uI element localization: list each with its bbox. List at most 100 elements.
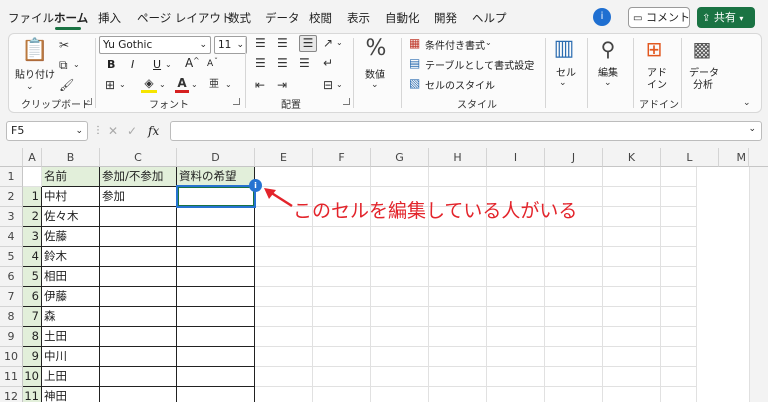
empty-cell[interactable] bbox=[255, 387, 313, 402]
cell-d9[interactable] bbox=[177, 327, 255, 347]
column-header-f[interactable]: F bbox=[313, 148, 371, 167]
empty-cell[interactable] bbox=[429, 327, 487, 347]
cancel-icon[interactable]: ✕ bbox=[108, 124, 118, 138]
empty-cell[interactable] bbox=[255, 347, 313, 367]
empty-cell[interactable] bbox=[603, 247, 661, 267]
vertical-scrollbar[interactable] bbox=[749, 167, 768, 402]
empty-cell[interactable] bbox=[255, 267, 313, 287]
row-header-3[interactable]: 3 bbox=[0, 207, 23, 227]
cell-b9[interactable]: 土田 bbox=[42, 327, 100, 347]
empty-cell[interactable] bbox=[429, 227, 487, 247]
empty-cell[interactable] bbox=[255, 247, 313, 267]
align-center-icon[interactable]: ☰ bbox=[277, 56, 288, 70]
fill-color-icon[interactable]: ◈ bbox=[141, 76, 157, 93]
empty-cell[interactable] bbox=[661, 227, 697, 247]
chevron-down-icon[interactable]: ⌄ bbox=[485, 76, 492, 90]
chevron-down-icon[interactable]: ⌄ bbox=[559, 76, 567, 90]
empty-cell[interactable] bbox=[371, 307, 429, 327]
empty-cell[interactable] bbox=[661, 287, 697, 307]
row-header-9[interactable]: 9 bbox=[0, 327, 23, 347]
chevron-down-icon[interactable]: ⌄ bbox=[485, 36, 492, 50]
phonetic-icon[interactable]: 亜 bbox=[209, 78, 219, 92]
column-header-e[interactable]: E bbox=[255, 148, 313, 167]
grow-font-button[interactable]: A bbox=[185, 56, 193, 70]
enter-icon[interactable]: ✓ bbox=[127, 124, 137, 138]
cells-icon[interactable]: ▥ bbox=[553, 36, 575, 62]
cell-c4[interactable] bbox=[100, 227, 177, 247]
bold-button[interactable]: B bbox=[107, 58, 115, 71]
chevron-down-icon[interactable]: ⌄ bbox=[165, 58, 172, 72]
empty-cell[interactable] bbox=[545, 227, 603, 247]
row-header-7[interactable]: 7 bbox=[0, 287, 23, 307]
row-header-1[interactable]: 1 bbox=[0, 167, 23, 187]
empty-cell[interactable] bbox=[313, 167, 371, 187]
wrap-text-icon[interactable]: ↵ bbox=[323, 56, 333, 70]
empty-cell[interactable] bbox=[603, 307, 661, 327]
empty-cell[interactable] bbox=[661, 387, 697, 402]
empty-cell[interactable] bbox=[255, 287, 313, 307]
cell-d1[interactable]: 資料の希望 bbox=[177, 167, 255, 187]
cell-c5[interactable] bbox=[100, 247, 177, 267]
empty-cell[interactable] bbox=[487, 387, 545, 402]
cell-b8[interactable]: 森 bbox=[42, 307, 100, 327]
row-header-4[interactable]: 4 bbox=[0, 227, 23, 247]
more-options-icon[interactable]: ⋮ bbox=[93, 124, 103, 138]
row-header-8[interactable]: 8 bbox=[0, 307, 23, 327]
empty-cell[interactable] bbox=[313, 307, 371, 327]
cell-a7[interactable]: 6 bbox=[23, 287, 42, 307]
empty-cell[interactable] bbox=[487, 167, 545, 187]
empty-cell[interactable] bbox=[545, 387, 603, 402]
search-icon[interactable]: ⚲ bbox=[597, 36, 619, 62]
cell-b2[interactable]: 中村 bbox=[42, 187, 100, 207]
tab-page-layout[interactable]: ページ レイアウト bbox=[137, 10, 232, 26]
increase-indent-icon[interactable]: ⇥ bbox=[277, 78, 287, 92]
align-bottom-icon[interactable]: ☰ bbox=[299, 35, 317, 52]
merge-center-icon[interactable]: ⊟ bbox=[323, 78, 333, 92]
empty-cell[interactable] bbox=[487, 247, 545, 267]
borders-icon[interactable]: ⊞ bbox=[105, 78, 115, 92]
format-table-icon[interactable]: ▤ bbox=[409, 56, 420, 70]
conditional-format-icon[interactable]: ▦ bbox=[409, 36, 420, 50]
empty-cell[interactable] bbox=[487, 267, 545, 287]
empty-cell[interactable] bbox=[545, 247, 603, 267]
scrollbar-up[interactable] bbox=[749, 148, 768, 167]
empty-cell[interactable] bbox=[429, 267, 487, 287]
empty-cell[interactable] bbox=[429, 387, 487, 402]
column-header-k[interactable]: K bbox=[603, 148, 661, 167]
empty-cell[interactable] bbox=[429, 167, 487, 187]
tab-file[interactable]: ファイル bbox=[8, 10, 54, 26]
empty-cell[interactable] bbox=[487, 307, 545, 327]
empty-cell[interactable] bbox=[313, 387, 371, 402]
cell-c2[interactable]: 参加 bbox=[100, 187, 177, 207]
font-color-icon[interactable]: A bbox=[175, 76, 189, 93]
cell-b12[interactable]: 神田 bbox=[42, 387, 100, 402]
chevron-down-icon[interactable]: ⌄ bbox=[225, 78, 232, 92]
font-name-select[interactable]: Yu Gothic ⌄ bbox=[99, 36, 211, 54]
empty-cell[interactable] bbox=[603, 327, 661, 347]
coauthor-presence-badge[interactable]: i bbox=[249, 179, 262, 192]
tab-data[interactable]: データ bbox=[265, 10, 300, 26]
tab-formulas[interactable]: 数式 bbox=[228, 10, 251, 26]
empty-cell[interactable] bbox=[661, 247, 697, 267]
shrink-font-button[interactable]: A bbox=[207, 59, 213, 69]
paste-icon[interactable]: 📋 bbox=[21, 38, 48, 64]
tab-developer[interactable]: 開発 bbox=[434, 10, 457, 26]
cell-c1[interactable]: 参加/不参加 bbox=[100, 167, 177, 187]
empty-cell[interactable] bbox=[545, 167, 603, 187]
cell-a3[interactable]: 2 bbox=[23, 207, 42, 227]
empty-cell[interactable] bbox=[487, 367, 545, 387]
copy-icon[interactable]: ⧉ bbox=[59, 58, 68, 72]
chevron-down-icon[interactable]: ⌄ bbox=[371, 78, 379, 92]
column-header-h[interactable]: H bbox=[429, 148, 487, 167]
empty-cell[interactable] bbox=[371, 267, 429, 287]
empty-cell[interactable] bbox=[371, 227, 429, 247]
cell-b1[interactable]: 名前 bbox=[42, 167, 100, 187]
insert-function-icon[interactable]: fx bbox=[148, 124, 159, 138]
format-table-button[interactable]: テーブルとして書式設定 bbox=[425, 57, 534, 72]
select-all-corner[interactable] bbox=[0, 148, 23, 167]
cell-a11[interactable]: 10 bbox=[23, 367, 42, 387]
tab-insert[interactable]: 挿入 bbox=[98, 10, 121, 26]
orientation-icon[interactable]: ↗ bbox=[323, 36, 333, 50]
row-header-10[interactable]: 10 bbox=[0, 347, 23, 367]
row-header-5[interactable]: 5 bbox=[0, 247, 23, 267]
